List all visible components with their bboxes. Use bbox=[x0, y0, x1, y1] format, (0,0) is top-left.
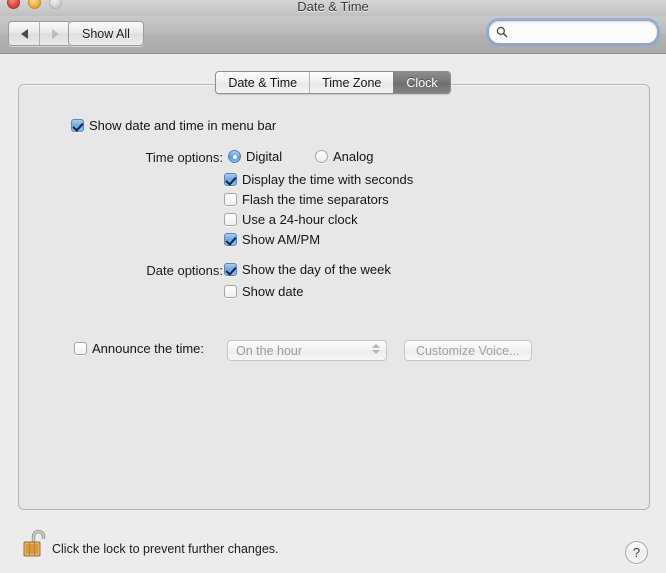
help-button[interactable]: ? bbox=[625, 541, 648, 564]
show-date-checkbox[interactable] bbox=[224, 285, 237, 298]
announce-time-row[interactable]: Announce the time: bbox=[74, 341, 204, 356]
show-date-label: Show date bbox=[242, 284, 304, 299]
show-all-label: Show All bbox=[82, 26, 130, 41]
clock-settings-panel: Show date and time in menu bar Time opti… bbox=[18, 84, 650, 510]
show-day-of-week-row[interactable]: Show the day of the week bbox=[224, 262, 391, 277]
radio-digital[interactable] bbox=[228, 150, 241, 163]
tab-clock[interactable]: Clock bbox=[393, 72, 450, 93]
date-options-label: Date options: bbox=[146, 263, 223, 278]
radio-digital-label: Digital bbox=[246, 149, 283, 164]
flash-separators-checkbox[interactable] bbox=[224, 193, 237, 206]
show-date-time-menu-bar-row[interactable]: Show date and time in menu bar bbox=[71, 118, 276, 133]
tab-clock-label: Clock bbox=[406, 75, 438, 90]
use-24-hour-clock-label: Use a 24-hour clock bbox=[242, 212, 358, 227]
use-24-hour-clock-checkbox[interactable] bbox=[224, 213, 237, 226]
display-seconds-label: Display the time with seconds bbox=[242, 172, 414, 187]
date-time-preferences-window: Date & Time Show All Date & Time Time Zo… bbox=[0, 0, 666, 573]
search-icon bbox=[496, 26, 508, 38]
announce-interval-popup[interactable]: On the hour bbox=[227, 340, 387, 361]
unlocked-padlock-icon[interactable] bbox=[20, 527, 54, 561]
display-seconds-row[interactable]: Display the time with seconds bbox=[224, 172, 413, 187]
tab-date-and-time-label: Date & Time bbox=[228, 75, 298, 90]
triangle-left-icon bbox=[20, 28, 28, 39]
tab-time-zone[interactable]: Time Zone bbox=[309, 72, 394, 93]
show-date-row[interactable]: Show date bbox=[224, 284, 303, 299]
announce-time-checkbox[interactable] bbox=[74, 342, 87, 355]
announce-time-label: Announce the time: bbox=[92, 341, 205, 356]
lock-hint-text: Click the lock to prevent further change… bbox=[52, 542, 279, 556]
flash-separators-row[interactable]: Flash the time separators bbox=[224, 192, 389, 207]
show-date-time-menu-bar-checkbox[interactable] bbox=[71, 119, 84, 132]
search-field[interactable] bbox=[488, 20, 658, 44]
triangle-right-icon bbox=[51, 28, 59, 39]
navigation-buttons bbox=[8, 21, 71, 46]
time-options-label: Time options: bbox=[145, 150, 223, 165]
search-input[interactable] bbox=[512, 25, 644, 39]
radio-analog[interactable] bbox=[315, 150, 328, 163]
flash-separators-label: Flash the time separators bbox=[242, 192, 389, 207]
stepper-arrows-icon bbox=[372, 344, 380, 354]
back-button[interactable] bbox=[9, 22, 39, 45]
radio-digital-row[interactable]: Digital bbox=[228, 149, 282, 164]
help-label: ? bbox=[632, 545, 641, 560]
forward-button bbox=[39, 22, 70, 45]
radio-analog-label: Analog bbox=[333, 149, 374, 164]
show-am-pm-checkbox[interactable] bbox=[224, 233, 237, 246]
show-am-pm-label: Show AM/PM bbox=[242, 232, 321, 247]
show-am-pm-row[interactable]: Show AM/PM bbox=[224, 232, 320, 247]
tab-bar: Date & Time Time Zone Clock bbox=[0, 71, 666, 94]
use-24-hour-clock-row[interactable]: Use a 24-hour clock bbox=[224, 212, 358, 227]
window-titlebar: Date & Time bbox=[0, 0, 666, 16]
customize-voice-button[interactable]: Customize Voice... bbox=[404, 340, 532, 361]
show-day-of-week-label: Show the day of the week bbox=[242, 262, 391, 277]
tab-date-and-time[interactable]: Date & Time bbox=[216, 72, 310, 93]
window-title: Date & Time bbox=[297, 0, 369, 14]
toolbar: Show All bbox=[0, 16, 666, 54]
customize-voice-label: Customize Voice... bbox=[416, 343, 520, 358]
radio-analog-row[interactable]: Analog bbox=[315, 149, 373, 164]
show-day-of-week-checkbox[interactable] bbox=[224, 263, 237, 276]
display-seconds-checkbox[interactable] bbox=[224, 173, 237, 186]
show-all-button[interactable]: Show All bbox=[68, 21, 144, 46]
announce-interval-value: On the hour bbox=[236, 343, 303, 358]
tab-time-zone-label: Time Zone bbox=[322, 75, 382, 90]
show-date-time-menu-bar-label: Show date and time in menu bar bbox=[89, 118, 277, 133]
